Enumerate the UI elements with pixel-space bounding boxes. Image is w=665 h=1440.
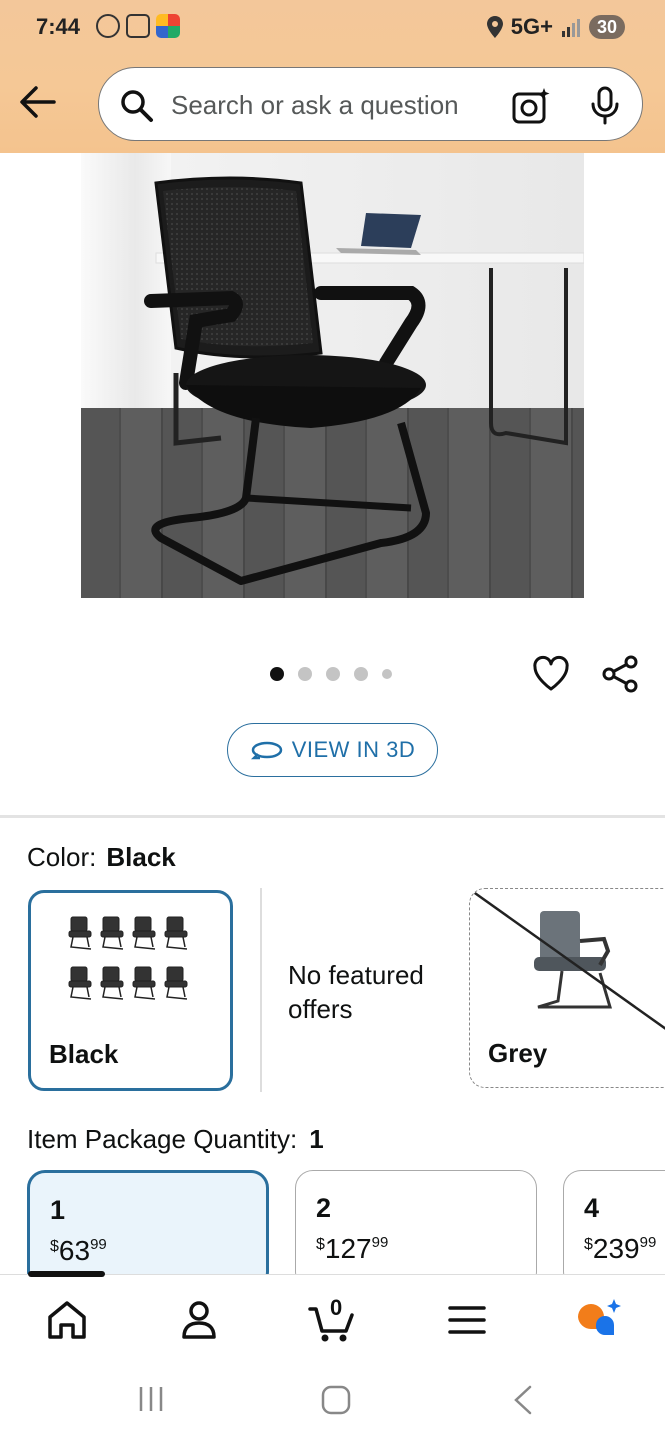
location-icon <box>486 16 503 38</box>
color-option-black[interactable]: Black <box>28 890 233 1091</box>
camera-search-icon[interactable] <box>511 86 551 126</box>
quantity-option-2[interactable]: 2 $12799 <box>295 1170 537 1290</box>
quantity-option-count: 2 <box>316 1193 332 1223</box>
app-notification-icon <box>156 14 180 38</box>
cart-count: 0 <box>330 1295 343 1320</box>
price-dollars: 239 <box>592 1233 640 1264</box>
color-label: Color: Black <box>27 842 176 873</box>
black-chairs-thumbnail <box>68 916 188 1000</box>
carousel-dot[interactable] <box>382 669 392 679</box>
share-button[interactable] <box>600 654 640 694</box>
view-in-3d-label: VIEW IN 3D <box>291 737 416 762</box>
price-cents: 99 <box>371 1234 389 1251</box>
network-label: 5G+ <box>510 14 553 39</box>
section-divider <box>0 815 665 818</box>
back-button[interactable] <box>18 84 58 120</box>
quantity-option-price: $12799 <box>316 1233 388 1265</box>
home-button-icon[interactable] <box>320 1384 352 1416</box>
nav-cart[interactable]: 0 <box>306 1295 362 1345</box>
quantity-option-price: $6399 <box>50 1235 107 1267</box>
nav-menu[interactable] <box>442 1295 492 1345</box>
quantity-option-count: 4 <box>584 1193 600 1223</box>
color-selected-value: Black <box>106 842 176 872</box>
color-option-grey[interactable]: Grey <box>469 888 665 1088</box>
chair-illustration <box>144 176 584 585</box>
price-cents: 99 <box>90 1236 107 1253</box>
search-icon <box>121 90 153 122</box>
image-carousel-dots[interactable] <box>270 667 392 681</box>
quantity-option-price: $23999 <box>584 1233 656 1265</box>
price-dollars: 63 <box>58 1235 91 1266</box>
heart-icon <box>533 655 569 691</box>
signal-icon <box>561 19 580 37</box>
microphone-icon[interactable] <box>589 86 621 126</box>
battery-indicator: 30 <box>588 15 625 39</box>
quantity-label-text: Item Package Quantity: <box>27 1124 298 1154</box>
system-back-icon[interactable] <box>510 1384 536 1416</box>
screenshot-icon <box>126 14 150 38</box>
price-currency: $ <box>316 1236 325 1253</box>
header-bar: 7:44 5G+ 30 <box>0 0 665 153</box>
share-icon <box>602 655 638 693</box>
nav-home[interactable] <box>42 1295 92 1345</box>
status-bar: 7:44 5G+ 30 <box>0 12 665 44</box>
price-currency: $ <box>584 1236 593 1253</box>
do-not-disturb-icon <box>96 14 120 38</box>
rufus-icon <box>578 1299 621 1336</box>
carousel-dot[interactable] <box>354 667 368 681</box>
home-icon <box>48 1301 86 1339</box>
wishlist-button[interactable] <box>531 654 571 694</box>
price-cents: 99 <box>639 1234 657 1251</box>
bottom-navigation: 0 <box>0 1271 665 1364</box>
carousel-dot[interactable] <box>326 667 340 681</box>
price-dollars: 127 <box>324 1233 372 1264</box>
color-option-name: Black <box>49 1039 119 1069</box>
nav-account[interactable] <box>174 1295 224 1345</box>
quantity-option-count: 1 <box>50 1195 66 1225</box>
menu-icon <box>448 1306 486 1334</box>
color-label-text: Color: <box>27 842 97 872</box>
price-currency: $ <box>50 1238 59 1255</box>
status-time: 7:44 <box>36 14 81 39</box>
view-in-3d-button[interactable]: VIEW IN 3D <box>227 723 438 777</box>
color-option-name: Grey <box>488 1038 548 1068</box>
recent-apps-icon[interactable] <box>136 1384 166 1414</box>
system-navigation-bar <box>0 1364 665 1440</box>
search-bar[interactable] <box>98 67 643 141</box>
no-featured-offers-text: No featured offers <box>288 960 424 1024</box>
active-tab-indicator <box>28 1271 105 1277</box>
quantity-option-4[interactable]: 4 $23999 <box>563 1170 665 1290</box>
product-image[interactable] <box>81 153 584 598</box>
status-right: 5G+ 30 <box>486 14 625 40</box>
quantity-selected-value: 1 <box>309 1124 324 1154</box>
3d-rotate-icon <box>250 741 282 760</box>
back-arrow-icon <box>20 86 56 118</box>
color-separator <box>260 888 262 1092</box>
quantity-label: Item Package Quantity: 1 <box>27 1124 324 1155</box>
search-input[interactable] <box>171 86 491 124</box>
carousel-dot[interactable] <box>298 667 312 681</box>
status-icons <box>96 14 180 38</box>
account-icon <box>182 1301 216 1339</box>
carousel-dot[interactable] <box>270 667 284 681</box>
nav-rufus[interactable] <box>574 1295 624 1345</box>
